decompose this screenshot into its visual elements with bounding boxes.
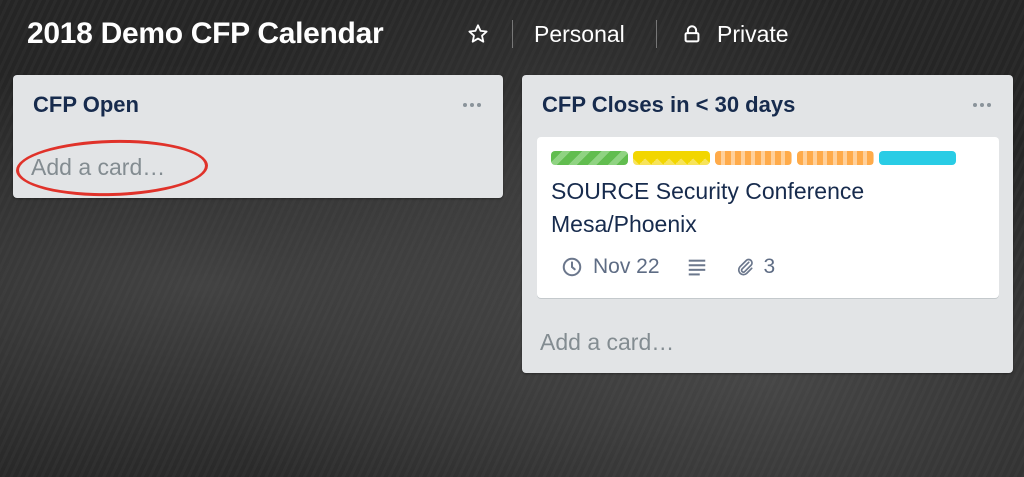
label-yellow[interactable] [633,151,710,165]
board-header: 2018 Demo CFP Calendar Personal Private [0,0,1024,68]
label-orange[interactable] [797,151,874,165]
team-label: Personal [534,21,625,47]
due-date-badge: Nov 22 [593,255,660,278]
lock-icon [681,23,703,45]
card-title: SOURCE Security Conference Mesa/Phoenix [551,178,865,237]
description-icon [686,256,708,278]
visibility-button[interactable]: Private [681,18,789,50]
clock-icon [561,256,583,278]
header-divider [656,20,657,48]
card-source-security[interactable]: SOURCE Security Conference Mesa/Phoenix … [537,137,999,298]
label-sky[interactable] [879,151,956,165]
team-button[interactable]: Personal [534,18,625,50]
card-badges: Nov 22 3 [561,253,775,281]
paperclip-icon [734,256,756,278]
list-menu-button[interactable] [969,95,995,115]
star-icon [467,23,489,45]
board-title[interactable]: 2018 Demo CFP Calendar [27,14,384,54]
label-orange[interactable] [715,151,792,165]
header-divider [512,20,513,48]
list-menu-button[interactable] [459,95,485,115]
attachment-count-badge: 3 [763,255,776,278]
list-title[interactable]: CFP Open [33,90,139,120]
star-button[interactable] [464,20,492,48]
list-title[interactable]: CFP Closes in < 30 days [542,90,795,120]
ellipsis-icon [462,102,482,108]
add-card-button[interactable]: Add a card… [540,327,674,357]
visibility-label: Private [717,21,789,47]
label-green[interactable] [551,151,628,165]
ellipsis-icon [972,102,992,108]
